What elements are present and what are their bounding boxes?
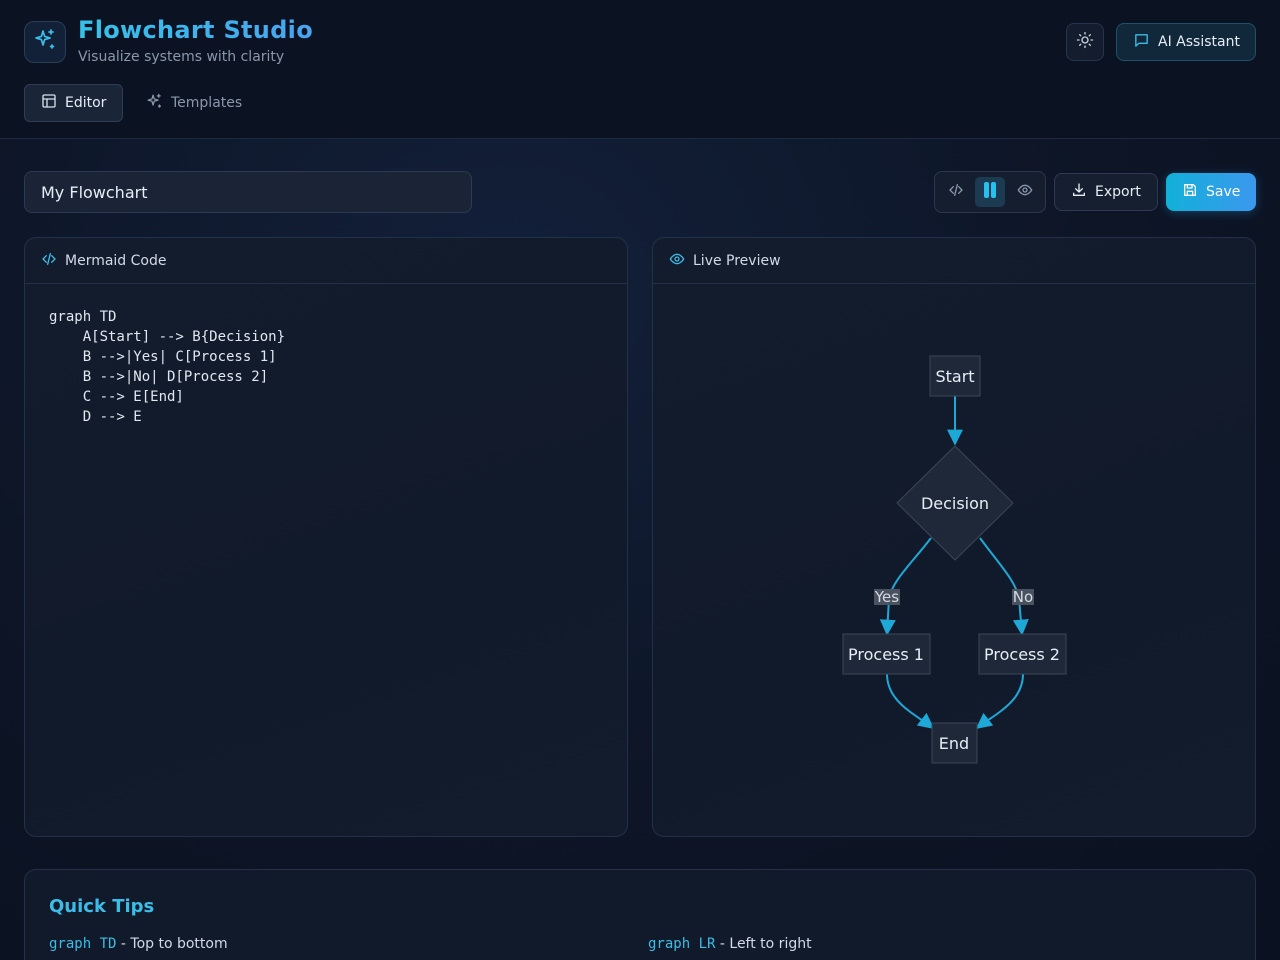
app-header: Flowchart Studio Visualize systems with … [0,0,1280,139]
preview-panel: Live Preview Yes No Start Decision Proce… [652,237,1256,837]
edge-process1-end [886,673,935,729]
code-panel-header: Mermaid Code [25,238,627,284]
node-end[interactable]: End [931,722,978,764]
ai-assistant-button[interactable]: AI Assistant [1116,23,1256,61]
export-button[interactable]: Export [1054,173,1158,211]
svg-text:Start: Start [935,367,974,386]
edge-process2-end [975,673,1024,729]
logo [24,21,66,63]
node-process-1[interactable]: Process 1 [842,633,931,675]
edge-decision-process2 [979,537,1029,636]
columns-icon [982,181,998,203]
quick-tips-panel: Quick Tips graph TD - Top to bottom grap… [24,869,1256,960]
svg-text:Process 1: Process 1 [848,645,924,664]
app-subtitle: Visualize systems with clarity [78,49,285,65]
svg-text:Decision: Decision [921,494,989,513]
eye-icon [669,251,685,271]
code-icon [41,251,57,271]
ai-assistant-label: AI Assistant [1158,34,1240,50]
preview-panel-header: Live Preview [653,238,1255,284]
quick-tips-title: Quick Tips [49,896,155,917]
node-process-2[interactable]: Process 2 [978,633,1067,675]
app-title: Flowchart Studio [78,16,313,44]
tip-code: graph LR [648,936,716,952]
svg-text:End: End [939,734,969,753]
flowchart-diagram: Yes No Start Decision Process 1 Process … [842,355,1067,764]
sparkles-icon [146,93,163,114]
tip-text: - Left to right [715,936,812,952]
preview-panel-title: Live Preview [693,252,781,269]
message-icon [1133,32,1150,53]
node-start[interactable]: Start [929,355,981,397]
tab-editor[interactable]: Editor [24,84,123,122]
eye-icon [1017,182,1033,202]
layout-icon [41,93,57,113]
code-panel: Mermaid Code graph TD A[Start] --> B{Dec… [24,237,628,837]
save-label: Save [1206,184,1241,200]
tip-code: graph TD [49,936,117,952]
tab-editor-label: Editor [65,95,107,111]
save-button[interactable]: Save [1166,173,1256,211]
save-icon [1182,182,1198,202]
sparkles-icon [33,28,57,56]
code-icon [948,182,964,202]
flowchart-name-input[interactable] [24,171,472,213]
view-mode-toggle [934,171,1046,213]
code-panel-title: Mermaid Code [65,252,167,269]
tab-templates-label: Templates [171,95,243,111]
edge-label-yes: Yes [874,588,900,606]
split-view-button[interactable] [975,177,1005,207]
tip-text: - Top to bottom [116,936,228,952]
download-icon [1071,182,1087,202]
tip-item: graph TD - Top to bottom [49,936,228,952]
mermaid-code-editor[interactable]: graph TD A[Start] --> B{Decision} B -->|… [49,307,285,427]
tip-item: graph LR - Left to right [648,936,812,952]
sun-icon [1076,31,1094,53]
node-decision[interactable]: Decision [896,445,1014,561]
svg-text:No: No [1013,588,1033,606]
edge-label-no: No [1012,588,1034,606]
tab-templates[interactable]: Templates [138,84,242,122]
preview-view-button[interactable] [1010,177,1040,207]
export-label: Export [1095,184,1141,200]
edge-decision-process1 [879,537,932,636]
theme-toggle-button[interactable] [1066,23,1104,61]
code-view-button[interactable] [941,177,971,207]
svg-text:Yes: Yes [874,588,899,606]
svg-text:Process 2: Process 2 [984,645,1060,664]
